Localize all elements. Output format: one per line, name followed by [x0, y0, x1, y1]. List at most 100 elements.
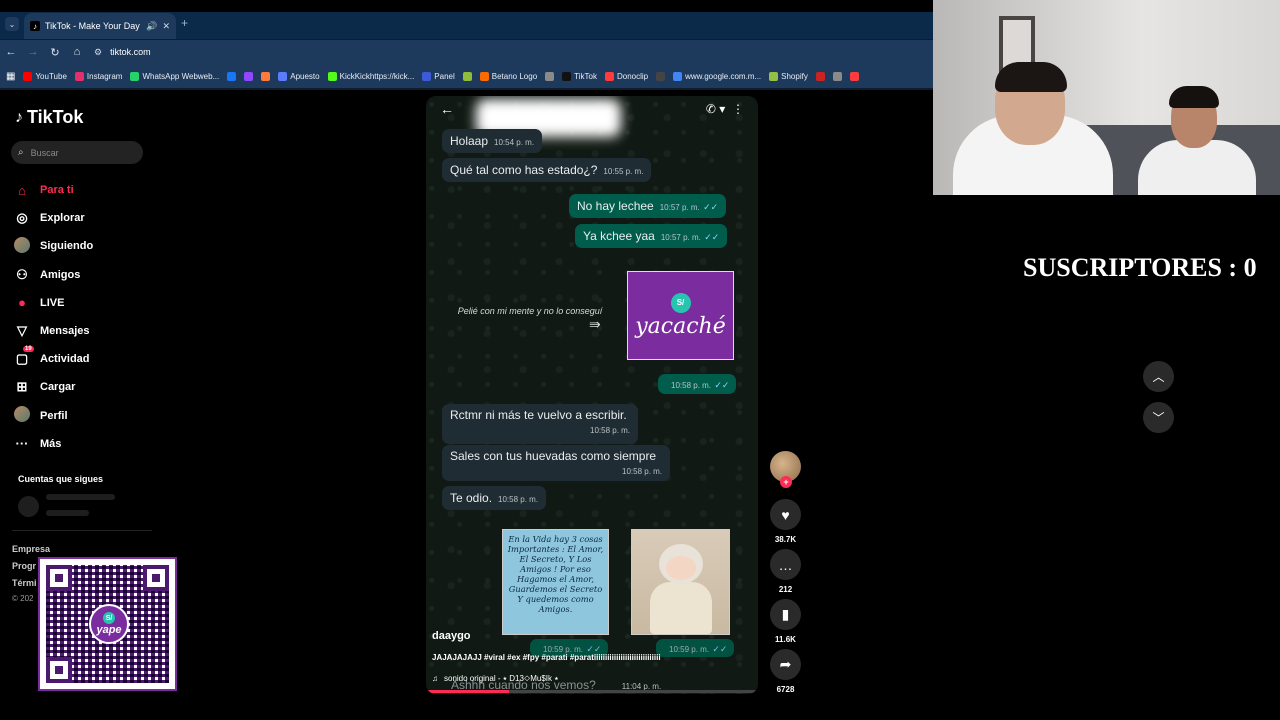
bookmark-item[interactable]: Apuesto: [278, 71, 320, 81]
bookmark-item[interactable]: [656, 71, 666, 81]
next-video-button[interactable]: ﹀: [1143, 402, 1174, 433]
bookmark-item[interactable]: Betano Logo: [479, 71, 538, 81]
bookmark-favicon-icon: [23, 71, 33, 81]
bookmark-label: Instagram: [86, 71, 123, 81]
bookmark-favicon-icon: [479, 71, 489, 81]
bookmark-label: Betano Logo: [491, 71, 538, 81]
chat-message: Te odio. 10:58 p. m.: [442, 486, 547, 510]
sidebar-item-para-ti[interactable]: ⌂ Para ti: [13, 176, 93, 204]
video-player[interactable]: ← ✆ ▾ ⋮ Holaap 10:54 p. m. Qué tal como h…: [426, 96, 758, 694]
bookmarks-bar: ▦ YouTube Instagram WhatsApp Webweb... Apue…: [0, 64, 933, 88]
bookmark-item[interactable]: Shopify: [769, 71, 808, 81]
search-input[interactable]: ⌕ Buscar: [11, 141, 143, 164]
tab-list-button[interactable]: ⌄: [5, 17, 19, 31]
like-button[interactable]: ♥ 38.7K: [770, 499, 801, 544]
new-tab-button[interactable]: +: [181, 16, 188, 30]
qr-finder: [143, 565, 169, 591]
bookmark-icon: ▮: [770, 599, 801, 630]
bookmark-item[interactable]: YouTube: [23, 71, 67, 81]
sidebar-item-label: Perfil: [40, 409, 68, 422]
bookmark-item[interactable]: [261, 71, 271, 81]
bookmark-favicon-icon: [849, 71, 859, 81]
sidebar-item-perfil[interactable]: Perfil: [13, 402, 93, 430]
bookmark-favicon-icon: [462, 71, 472, 81]
subscriber-counter: SUSCRIPTORES : 0: [1023, 253, 1257, 282]
tiktok-favicon-icon: ♪: [30, 21, 40, 31]
chat-message-time: 10:58 p. m. ✓✓: [658, 374, 737, 394]
bookmark-item[interactable]: Instagram: [74, 71, 123, 81]
reload-icon[interactable]: ↻: [44, 46, 66, 59]
back-icon[interactable]: ←: [0, 46, 22, 58]
sidebar-item-cargar[interactable]: ⊞ Cargar: [13, 373, 93, 401]
sidebar-item-label: Amigos: [40, 268, 81, 281]
sidebar-item-label: Actividad: [40, 353, 90, 366]
sidebar-item-explorar[interactable]: ◎ Explorar: [13, 204, 93, 232]
upload-icon: ⊞: [16, 379, 28, 395]
bookmark-item[interactable]: KickKickhttps://kick...: [327, 71, 414, 81]
home-icon[interactable]: ⌂: [66, 46, 88, 58]
footer-link-empresa[interactable]: Empresa: [12, 544, 50, 554]
bookmark-label: Apuesto: [290, 71, 320, 81]
top-strip: [0, 0, 933, 12]
bookmark-item[interactable]: [244, 71, 254, 81]
bookmark-item[interactable]: [227, 71, 237, 81]
bookmark-favicon-icon: [673, 71, 683, 81]
bookmark-item[interactable]: WhatsApp Webweb...: [130, 71, 219, 81]
chat-message: Ya kchee yaa 10:57 p. m. ✓✓: [575, 224, 728, 248]
share-button[interactable]: ➦ 6728: [770, 649, 801, 694]
address-bar: ← → ↻ ⌂ ⚙ tiktok.com: [0, 40, 933, 64]
footer-link-programas[interactable]: Progr: [12, 561, 36, 571]
bookmark-favicon-icon: [74, 71, 84, 81]
apps-grid-icon[interactable]: ▦: [6, 71, 15, 82]
bookmark-item[interactable]: TikTok: [562, 71, 597, 81]
sidebar-item-live[interactable]: ● LIVE: [13, 289, 93, 317]
sidebar-item-más[interactable]: ··· Más: [13, 430, 93, 458]
close-tab-icon[interactable]: ✕: [162, 21, 170, 32]
back-arrow-icon: ←: [440, 101, 454, 117]
sticker-badge: S/: [670, 292, 691, 313]
url-text: tiktok.com: [110, 47, 151, 57]
bookmark-item[interactable]: [462, 71, 472, 81]
url-field[interactable]: ⚙ tiktok.com: [94, 47, 151, 58]
sidebar-item-label: LIVE: [40, 296, 65, 309]
sticker-text: yacaché: [635, 313, 726, 339]
bookmark-item[interactable]: [832, 71, 842, 81]
bookmark-item[interactable]: [545, 71, 555, 81]
bookmark-label: www.google.com.m...: [685, 71, 762, 81]
sidebar-item-amigos[interactable]: ⚇ Amigos: [13, 261, 93, 289]
comment-button[interactable]: … 212: [770, 549, 801, 594]
bookmark-item[interactable]: Donoclip: [604, 71, 649, 81]
browser-tab[interactable]: ♪ TikTok - Make Your Day 🔊 ✕: [24, 13, 176, 39]
video-sound[interactable]: ♫ sonido original - ⭑ D13◇Mu$Ik ⭑: [432, 674, 559, 684]
chat-message: Holaap 10:54 p. m.: [442, 129, 543, 153]
bookmark-item[interactable]: www.google.com.m...: [673, 71, 762, 81]
share-icon: ➦: [770, 649, 801, 680]
site-info-icon[interactable]: ⚙: [94, 47, 102, 58]
bookmark-label: YouTube: [35, 71, 67, 81]
video-author[interactable]: daaygo: [432, 630, 471, 642]
previous-video-button[interactable]: ︿: [1143, 361, 1174, 392]
video-progress-bar[interactable]: [426, 690, 758, 693]
footer-copyright: © 202: [12, 594, 34, 603]
sidebar-item-siguiendo[interactable]: Siguiendo: [13, 232, 93, 260]
quote-image: En la Vida hay 3 cosas Importantes : El …: [502, 529, 609, 635]
search-placeholder: Buscar: [30, 147, 59, 158]
bookmark-label: TikTok: [574, 71, 597, 81]
chat-message: No hay lechee 10:57 p. m. ✓✓: [569, 194, 727, 218]
music-note-icon: ♫: [432, 674, 438, 683]
bookmark-label: Donoclip: [616, 71, 649, 81]
bookmark-item[interactable]: [849, 71, 859, 81]
follow-plus-icon[interactable]: +: [780, 476, 792, 488]
save-count: 11.6K: [775, 635, 796, 644]
tiktok-logo[interactable]: ♪ TikTok: [15, 107, 83, 128]
bookmark-item[interactable]: Panel: [422, 71, 455, 81]
footer-link-terminos[interactable]: Térmi: [12, 578, 37, 588]
bookmark-item[interactable]: [815, 71, 825, 81]
qr-finder: [46, 565, 72, 591]
sidebar-item-mensajes[interactable]: ▽ Mensajes: [13, 317, 93, 345]
save-button[interactable]: ▮ 11.6K: [770, 599, 801, 644]
forward-icon[interactable]: →: [22, 46, 44, 58]
speaker-icon[interactable]: 🔊: [146, 21, 157, 32]
bookmark-favicon-icon: [261, 71, 271, 81]
like-count: 38.7K: [774, 535, 797, 544]
